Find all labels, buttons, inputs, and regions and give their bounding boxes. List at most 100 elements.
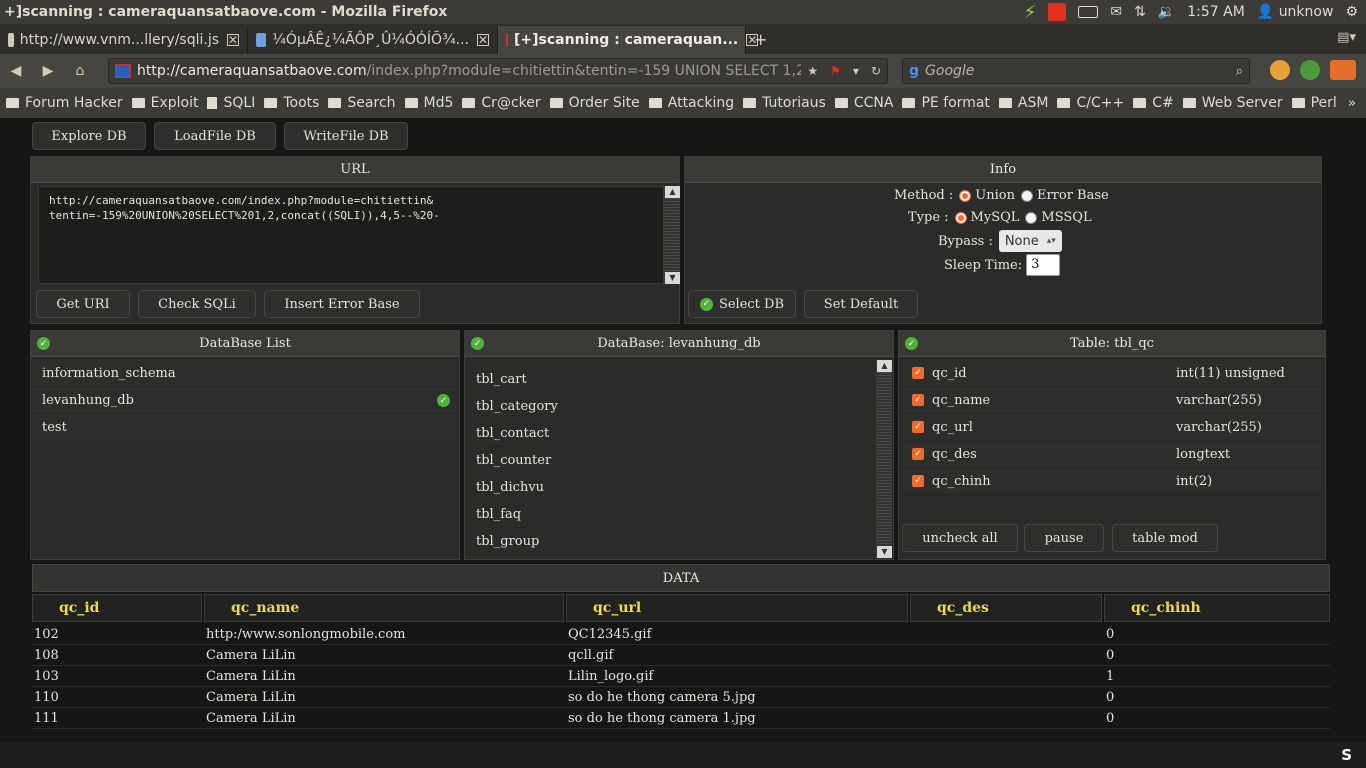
forward-button[interactable]: ▶ <box>32 63 64 79</box>
tab-sqli-js[interactable]: http://www.vnm...llery/sqli.js ✕ <box>0 26 248 54</box>
scroll-track[interactable] <box>877 372 892 546</box>
address-input[interactable]: http://cameraquansatbaove.com/index.php?… <box>137 63 801 79</box>
history-dropdown-icon[interactable]: ▾ <box>847 64 865 78</box>
data-header-cell[interactable]: qc_chinh <box>1104 594 1330 622</box>
insert-error-base-button[interactable]: Insert Error Base <box>264 290 420 318</box>
bookmark-item[interactable]: Forum Hacker <box>6 95 123 111</box>
scroll-track[interactable] <box>665 198 680 272</box>
column-row[interactable]: ✓ qc_des longtext <box>902 441 1322 468</box>
data-header-cell[interactable]: qc_url <box>566 594 908 622</box>
mail-icon[interactable]: ✉ <box>1110 4 1122 20</box>
bookmark-item[interactable]: Toots <box>264 95 319 111</box>
status-addon-icon[interactable]: S <box>1341 746 1352 764</box>
get-uri-button[interactable]: Get URI <box>36 290 130 318</box>
user-menu[interactable]: 👤 unknow <box>1257 4 1334 20</box>
url-scrollbar[interactable]: ▲ ▼ <box>664 186 680 284</box>
site-identity-icon[interactable] <box>115 64 131 78</box>
table-row[interactable]: 108 Camera LiLin qcll.gif 0 <box>32 645 1330 666</box>
scroll-down-icon[interactable]: ▼ <box>877 546 892 558</box>
method-union-radio[interactable] <box>959 189 972 202</box>
data-header-cell[interactable]: qc_des <box>910 594 1102 622</box>
search-engine-icon[interactable]: g <box>909 63 919 79</box>
column-row[interactable]: ✓ qc_id int(11) unsigned <box>902 360 1322 387</box>
type-mssql-radio[interactable] <box>1025 211 1038 224</box>
bookmark-item[interactable]: C/C++ <box>1057 95 1124 111</box>
bypass-select[interactable]: None ▴▾ <box>998 230 1062 252</box>
table-row[interactable]: 102 http:/www.sonlongmobile.com QC12345.… <box>32 624 1330 645</box>
table-row[interactable]: 110 Camera LiLin so do he thong camera 5… <box>32 687 1330 708</box>
addon-icon[interactable] <box>1330 60 1356 80</box>
search-box[interactable]: g Google ⌕ <box>902 58 1250 84</box>
bookmark-item[interactable]: C# <box>1133 95 1174 111</box>
column-checkbox[interactable]: ✓ <box>912 448 924 460</box>
home-button[interactable]: ⌂ <box>64 63 96 79</box>
writefile-db-button[interactable]: WriteFile DB <box>284 122 408 150</box>
database-item[interactable]: test <box>32 414 456 441</box>
bookmark-item[interactable]: PE format <box>902 95 990 111</box>
url-textarea[interactable]: http://cameraquansatbaove.com/index.php?… <box>38 186 664 284</box>
bookmark-item[interactable]: Attacking <box>648 95 734 111</box>
scroll-up-icon[interactable]: ▲ <box>665 186 680 198</box>
table-item[interactable]: tbl_contact <box>466 420 874 447</box>
column-row[interactable]: ✓ qc_url varchar(255) <box>902 414 1322 441</box>
bookmark-star-icon[interactable]: ★ <box>801 64 824 78</box>
close-icon[interactable]: ✕ <box>477 34 489 46</box>
sleep-time-input[interactable]: 3 <box>1026 254 1061 276</box>
data-header-cell[interactable]: qc_id <box>32 594 202 622</box>
table-mod-button[interactable]: table mod <box>1112 524 1218 552</box>
table-row[interactable]: 103 Camera LiLin Lilin_logo.gif 1 <box>32 666 1330 687</box>
scroll-up-icon[interactable]: ▲ <box>877 360 892 372</box>
tab-encoded[interactable]: ¼ÓµÂÊ¿¼ÃÔP¸Û¼ÓÓÍÕ¾... ✕ <box>248 26 498 54</box>
close-icon[interactable]: ✕ <box>227 34 239 46</box>
column-checkbox[interactable]: ✓ <box>912 421 924 433</box>
flag-icon[interactable]: ⚑ <box>824 64 847 78</box>
database-item[interactable]: information_schema <box>32 360 456 387</box>
bookmark-item[interactable]: Search <box>328 95 396 111</box>
back-button[interactable]: ◀ <box>0 63 32 79</box>
bookmark-item[interactable]: CCNA <box>834 95 893 111</box>
gear-icon[interactable]: ⚙ <box>1345 4 1358 20</box>
table-item[interactable]: tbl_counter <box>466 447 874 474</box>
table-item[interactable]: tbl_dichvu <box>466 474 874 501</box>
column-checkbox[interactable]: ✓ <box>912 367 924 379</box>
bookmark-item[interactable]: ASM <box>998 95 1048 111</box>
database-item-selected[interactable]: levanhung_db ✓ <box>32 387 456 414</box>
column-row[interactable]: ✓ qc_name varchar(255) <box>902 387 1322 414</box>
power-icon[interactable]: ⚡ <box>1024 2 1037 23</box>
bookmark-item[interactable]: SQLI <box>207 95 255 111</box>
more-bookmarks-icon[interactable]: » <box>1348 96 1356 111</box>
address-bar[interactable]: http://cameraquansatbaove.com/index.php?… <box>108 58 888 84</box>
new-tab-button[interactable]: + <box>746 26 775 54</box>
clock[interactable]: 1:57 AM <box>1187 4 1245 20</box>
bookmark-item[interactable]: Md5 <box>404 95 453 111</box>
keyboard-icon[interactable] <box>1078 6 1099 18</box>
volume-icon[interactable]: 🔉 <box>1158 4 1175 20</box>
tables-scrollbar[interactable]: ▲ ▼ <box>876 360 892 558</box>
tab-list-icon[interactable]: ▤▾ <box>1337 30 1356 45</box>
stop-indicator-icon[interactable] <box>1048 3 1067 21</box>
search-icon[interactable]: ⌕ <box>1236 64 1249 79</box>
table-row[interactable]: 111 Camera LiLin so do he thong camera 1… <box>32 708 1330 729</box>
search-input[interactable]: Google <box>925 63 1236 79</box>
addon-icon[interactable] <box>1270 60 1290 80</box>
column-checkbox[interactable]: ✓ <box>912 475 924 487</box>
tab-scanning[interactable]: [+]scanning : cameraquan... ✕ <box>498 26 759 54</box>
set-default-button[interactable]: Set Default <box>804 290 918 318</box>
column-checkbox[interactable]: ✓ <box>912 394 924 406</box>
method-error-radio[interactable] <box>1020 189 1033 202</box>
bookmark-item[interactable]: Exploit <box>131 95 198 111</box>
bookmark-item[interactable]: Perl <box>1291 95 1337 111</box>
addon-icon[interactable] <box>1300 60 1320 80</box>
bookmark-item[interactable]: Web Server <box>1182 95 1283 111</box>
network-icon[interactable]: ⇅ <box>1134 4 1146 20</box>
table-item[interactable]: tbl_category <box>466 393 874 420</box>
pause-button[interactable]: pause <box>1024 524 1104 552</box>
table-item[interactable]: tbl_faq <box>466 501 874 528</box>
bookmark-item[interactable]: Cr@cker <box>462 95 541 111</box>
select-db-button[interactable]: ✓ Select DB <box>688 290 796 318</box>
check-sqli-button[interactable]: Check SQLi <box>138 290 256 318</box>
reload-icon[interactable]: ↻ <box>865 64 887 78</box>
table-item[interactable]: tbl_group <box>466 528 874 555</box>
scroll-down-icon[interactable]: ▼ <box>665 272 680 284</box>
uncheck-all-button[interactable]: uncheck all <box>902 524 1018 552</box>
